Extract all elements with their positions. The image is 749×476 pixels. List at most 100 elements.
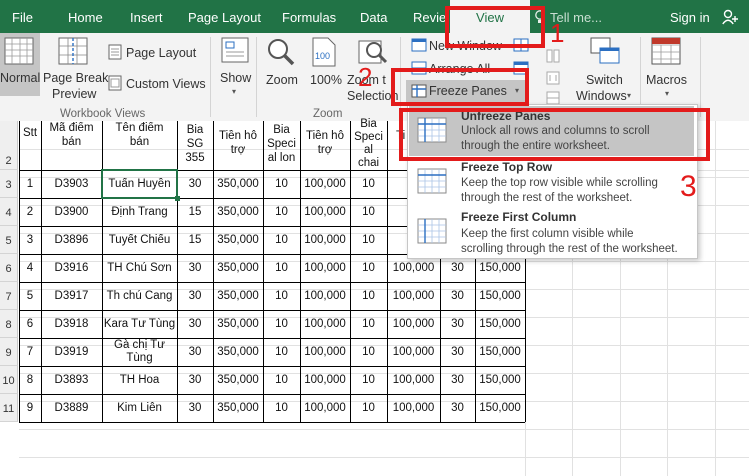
macros-button[interactable]: Macros [646,73,687,87]
row-header: 5 [0,226,18,254]
table-cell: Gà chị Tư Tùng [114,339,165,364]
freeze-first-column-desc-1: Keep the first column visible while [461,228,634,240]
zoom-100-icon: 100 [312,37,336,72]
table-cell: 350,000 [217,206,259,218]
table-cell: 350,000 [217,318,259,330]
table-cell: 100,000 [304,206,346,218]
table-cell: 1 [26,178,34,190]
freeze-top-row-desc-2: through the rest of the worksheet. [461,192,633,204]
table-cell: 100,000 [392,318,435,330]
tab-formulas[interactable]: Formulas [282,0,336,33]
table-cell: D3916 [54,262,89,274]
table-cell: 10 [275,262,288,274]
table-cell: 10 [362,402,375,414]
table-cell: 100,000 [392,262,435,274]
header-stt: Stt [22,127,38,139]
header-special-3: al lon [267,152,296,164]
fill-handle[interactable] [175,196,180,201]
table-cell: 100,000 [304,318,346,330]
table-cell: 350,000 [217,178,259,190]
workbook-views-group-label: Workbook Views [60,108,146,120]
table-cell: 4 [26,262,34,274]
macros-icon [651,37,681,70]
table-cell: 150,000 [479,318,521,330]
page-layout-icon [108,44,122,65]
zoom-button[interactable]: Zoom [266,73,298,87]
table-cell: 10 [275,234,288,246]
table-cell: 10 [362,346,375,358]
table-cell: D3917 [54,290,89,302]
switch-windows-dropdown-icon: ▾ [627,91,632,100]
table-cell: D3918 [54,318,89,330]
custom-views-button[interactable]: Custom Views [126,77,206,91]
table-cell: 10 [275,178,288,190]
page-break-preview-icon [58,37,88,70]
header-ten-2: bán [129,136,150,148]
show-icon [221,37,249,68]
table-cell: D3896 [54,234,89,246]
switch-windows-label-1[interactable]: Switch [586,73,623,87]
show-button[interactable]: Show [220,71,251,85]
synchronous-scrolling-icon[interactable] [546,71,560,90]
row-header: 3 [0,170,18,198]
annotation-box-view-tab [445,6,545,48]
table-cell: 30 [451,374,464,386]
header-tien-ho-tro-1a: Tiền hỗ [219,130,257,142]
row-header: 11 [0,394,18,422]
table-cell: 150,000 [479,402,521,414]
new-window-icon [411,38,427,57]
ribbon-separator [256,37,257,117]
table-cell: 30 [451,346,464,358]
table-cell: 10 [275,290,288,302]
tab-insert[interactable]: Insert [130,0,163,33]
table-cell: 10 [362,178,375,190]
annotation-number-1: 1 [550,18,565,48]
table-cell: 30 [188,290,202,302]
page-break-preview-label-1[interactable]: Page Break [43,71,108,85]
table-cell: 100,000 [304,262,346,274]
view-side-by-side-icon[interactable] [546,49,560,68]
table-cell: 150,000 [479,262,521,274]
table-cell: 100,000 [304,178,346,190]
header-chai-1: Bia [360,118,377,130]
share-person-icon[interactable] [722,9,740,30]
row-header: 8 [0,310,18,338]
tab-home[interactable]: Home [68,0,103,33]
tab-review[interactable]: Review [413,0,449,33]
sign-in-link[interactable]: Sign in [670,0,710,33]
table-cell: 100,000 [304,234,346,246]
gridline-vertical [715,121,716,476]
table-border-horizontal [19,226,407,227]
table-cell: 10 [362,374,375,386]
zoom-100-button[interactable]: 100% [310,73,342,87]
tab-page-layout[interactable]: Page Layout [188,0,261,33]
annotation-box-unfreeze-panes [399,108,710,161]
table-border-horizontal [19,282,525,283]
table-cell: 100,000 [392,346,435,358]
table-cell: 350,000 [217,234,259,246]
table-cell: 9 [26,402,34,414]
table-cell: 8 [26,374,34,386]
switch-windows-label-2[interactable]: Windows [576,89,627,103]
table-cell: Kara Tư Tùng [103,318,176,330]
table-cell: 10 [275,402,288,414]
page-break-preview-label-2[interactable]: Preview [52,87,96,101]
table-cell: 30 [188,318,202,330]
row-header: 7 [0,282,18,310]
table-border-horizontal [19,366,525,367]
header-special-2: Speci [267,138,296,150]
row-header: 4 [0,198,18,226]
table-cell: 15 [188,206,202,218]
table-cell: D3903 [54,178,89,190]
header-ma-1: Mã điểm [49,122,94,134]
table-cell: Tuyết Chiếu [108,234,171,246]
table-cell: 10 [275,318,288,330]
tab-file[interactable]: File [12,0,33,33]
tab-data[interactable]: Data [360,0,387,33]
header-tien-ho-tro-2b: trợ [317,144,333,156]
header-tien-ho-tro-2a: Tiền hỗ [306,130,344,142]
freeze-first-column-desc-2: scrolling through the rest of the worksh… [461,243,678,255]
table-cell: 100,000 [304,374,346,386]
table-cell: D3893 [54,374,89,386]
page-layout-button[interactable]: Page Layout [126,46,196,60]
